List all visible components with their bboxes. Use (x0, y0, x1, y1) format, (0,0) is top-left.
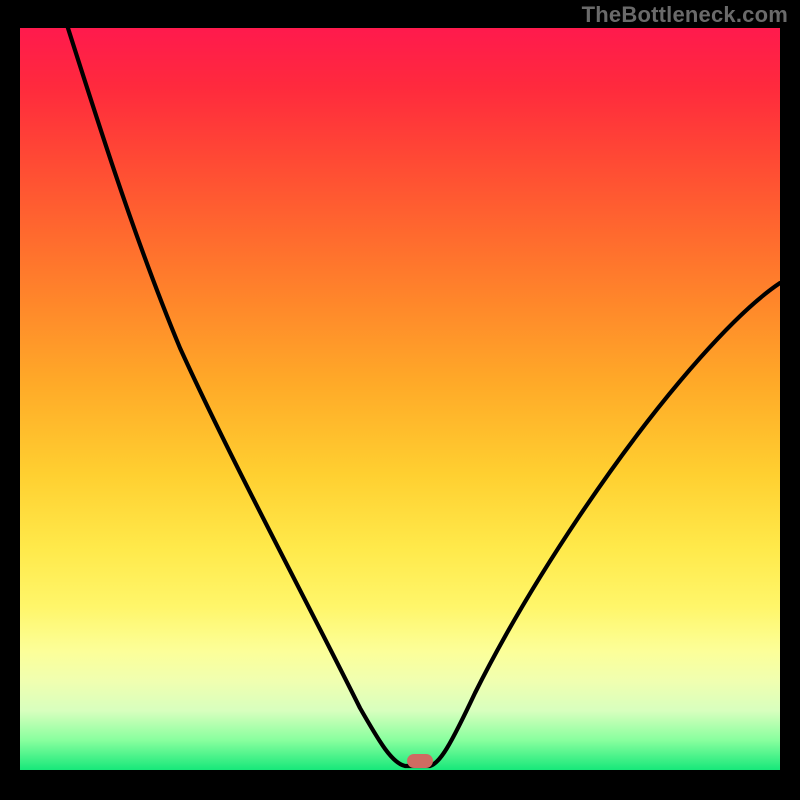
plot-area (20, 28, 780, 770)
chart-frame: TheBottleneck.com (0, 0, 800, 800)
minimum-marker (407, 754, 433, 768)
bottleneck-curve (20, 28, 780, 770)
watermark-text: TheBottleneck.com (582, 2, 788, 28)
curve-path (30, 28, 780, 766)
